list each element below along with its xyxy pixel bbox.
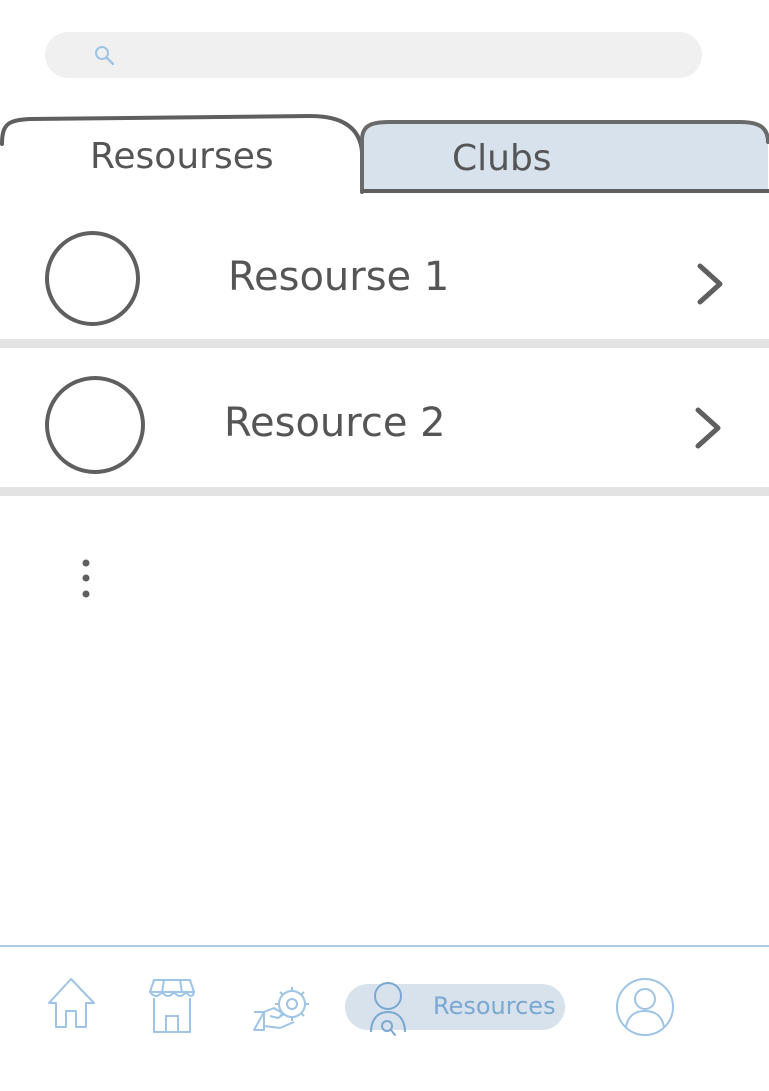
tab-clubs-label: Clubs (452, 138, 552, 179)
search-input[interactable] (125, 32, 689, 80)
chevron-right-icon (695, 407, 721, 449)
list-item-label: Resource 2 (224, 400, 446, 446)
tab-resourses[interactable]: Resourses (0, 112, 366, 196)
list-item-label: Resourse 1 (228, 254, 450, 300)
nav-item-resources[interactable]: Resources (345, 982, 565, 1036)
avatar (45, 231, 140, 326)
home-icon[interactable] (44, 975, 98, 1031)
avatar (45, 376, 145, 474)
list-item[interactable]: Resourse 1 (0, 200, 769, 340)
more-vertical-icon (82, 559, 90, 598)
bottom-nav-divider (0, 945, 769, 947)
tab-resourses-label: Resourses (90, 136, 274, 177)
divider (0, 339, 769, 348)
list-item[interactable]: Resource 2 (0, 348, 769, 488)
person-search-icon (370, 982, 406, 1036)
search-bar[interactable] (45, 32, 702, 80)
profile-icon[interactable] (614, 977, 676, 1037)
search-icon (95, 46, 115, 66)
divider (0, 487, 769, 496)
nav-item-resources-label: Resources (433, 992, 556, 1020)
store-icon[interactable] (144, 976, 200, 1036)
chevron-right-icon (697, 263, 723, 305)
tab-clubs-outline (360, 120, 769, 193)
tab-clubs[interactable]: Clubs (360, 118, 769, 196)
handshake-gear-icon[interactable] (250, 982, 316, 1034)
